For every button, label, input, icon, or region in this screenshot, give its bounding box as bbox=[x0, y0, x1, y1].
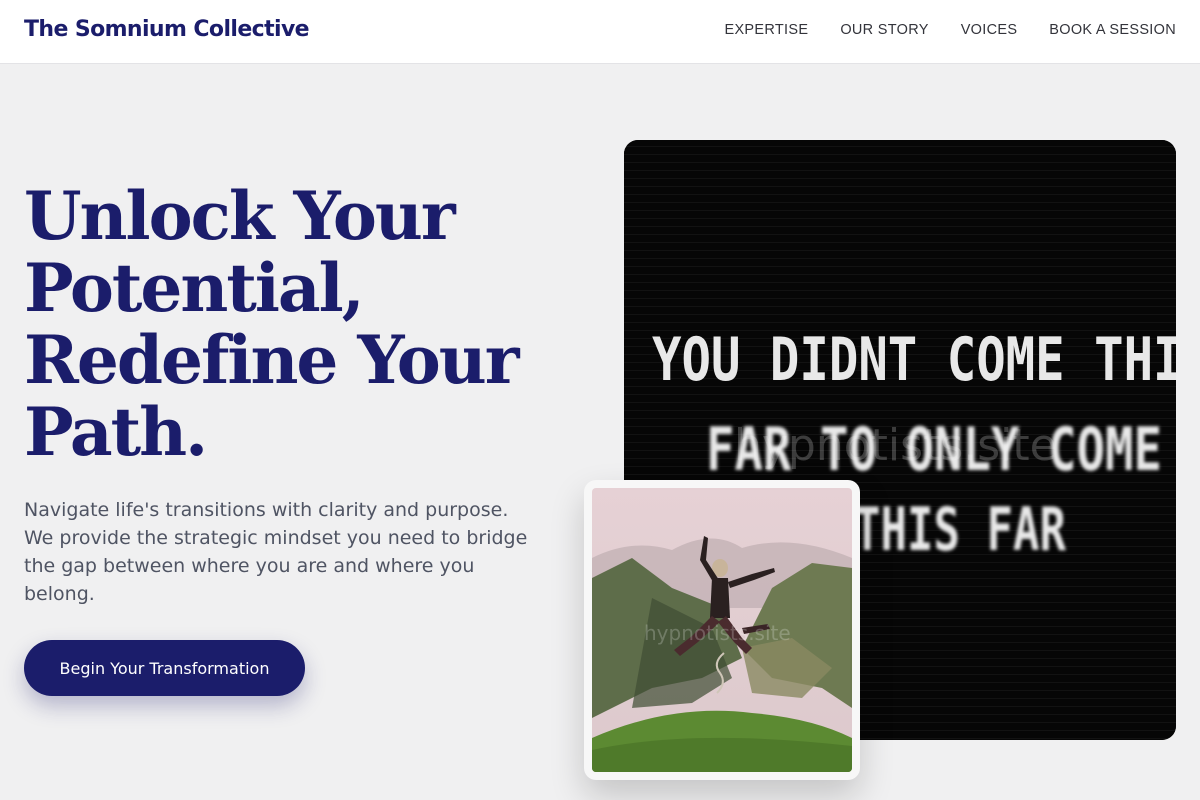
nav-link-book-a-session[interactable]: BOOK A SESSION bbox=[1049, 22, 1176, 38]
brand-logo-link[interactable]: The Somnium Collective bbox=[24, 17, 310, 42]
nav-link-our-story[interactable]: OUR STORY bbox=[840, 22, 928, 38]
board-line-3: THIS FAR bbox=[854, 495, 1067, 565]
main-nav: EXPERTISE OUR STORY VOICES BOOK A SESSIO… bbox=[692, 22, 1176, 38]
hero-title: Unlock Your Potential, Redefine Your Pat… bbox=[24, 177, 520, 471]
nav-link-voices[interactable]: VOICES bbox=[961, 22, 1018, 38]
begin-transformation-button[interactable]: Begin Your Transformation bbox=[24, 640, 305, 696]
nav-link-expertise[interactable]: EXPERTISE bbox=[724, 22, 808, 38]
hero-subtitle: Navigate life's transitions with clarity… bbox=[24, 499, 528, 605]
photo-card: hypnotists.site bbox=[584, 480, 860, 780]
site-header: The Somnium Collective EXPERTISE OUR STO… bbox=[0, 0, 1200, 64]
board-watermark: hypnotists.site bbox=[734, 420, 1057, 471]
board-line-1: YOU DIDNT COME THIS bbox=[652, 325, 1176, 395]
jumping-person-photo: hypnotists.site bbox=[592, 488, 852, 772]
photo-watermark: hypnotists.site bbox=[644, 621, 791, 645]
